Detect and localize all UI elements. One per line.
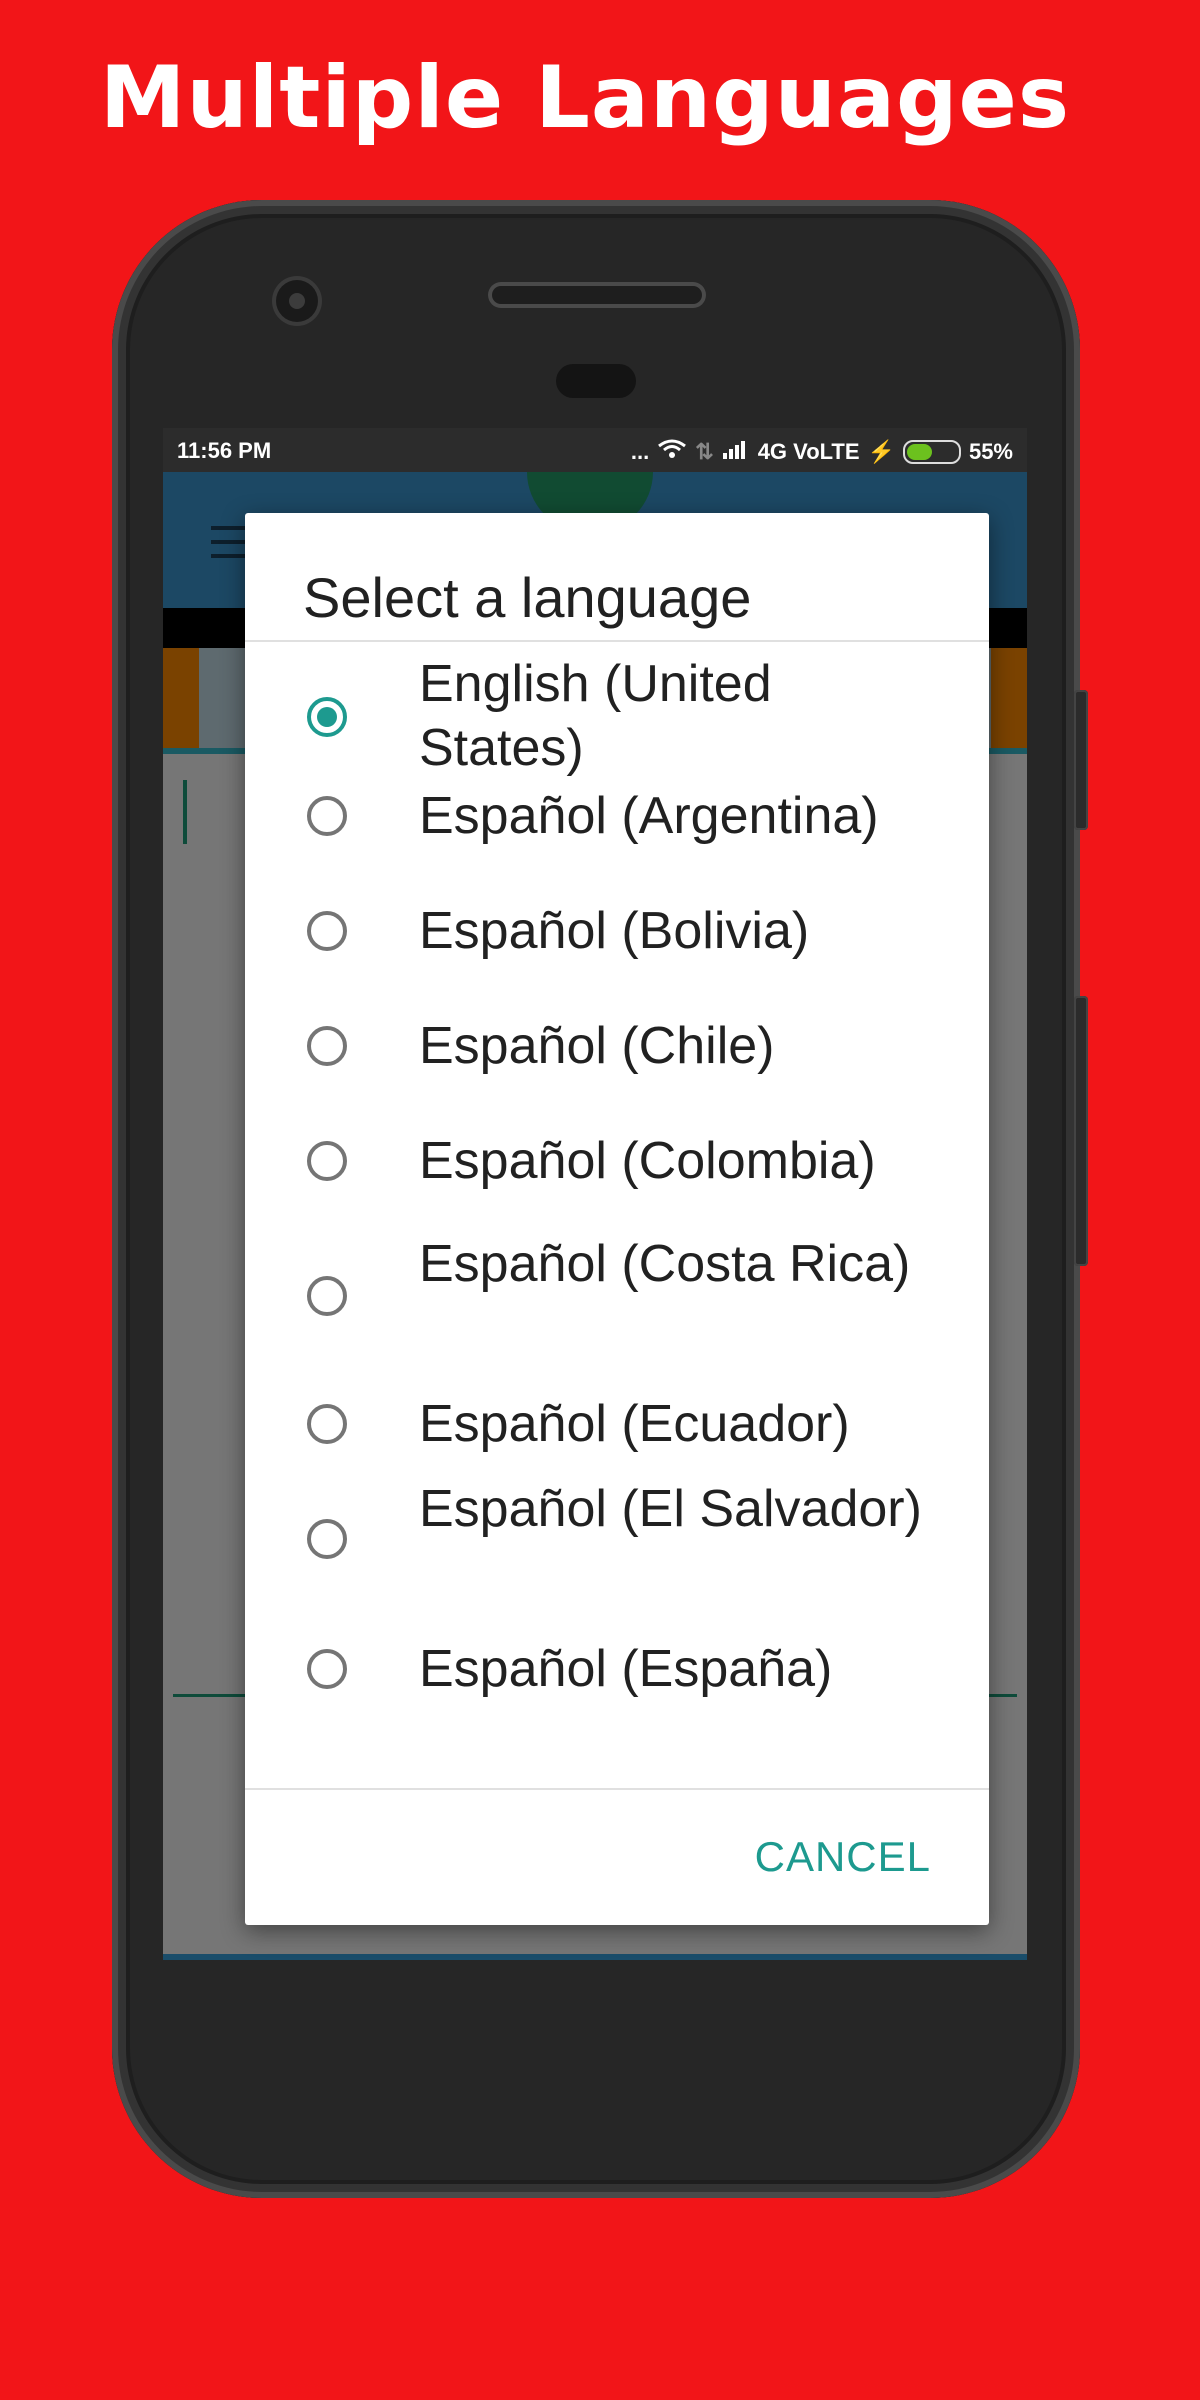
background-bottom-divider	[163, 1954, 1027, 1960]
language-option-label: Español (Costa Rica)	[419, 1235, 911, 1293]
language-option-label: Español (Chile)	[419, 1017, 775, 1075]
language-option-label: Español (Ecuador)	[419, 1395, 850, 1453]
language-dialog: Select a language English (United States…	[245, 513, 989, 1925]
cancel-button[interactable]: CANCEL	[755, 1833, 931, 1881]
language-option-english-us[interactable]: English (United States)	[245, 642, 989, 777]
language-option-es-cl[interactable]: Español (Chile)	[245, 1002, 989, 1117]
language-option-label: Español (Bolivia)	[419, 902, 810, 960]
language-list[interactable]: English (United States) Español (Argenti…	[245, 642, 989, 1788]
dialog-title: Select a language	[303, 566, 752, 629]
dialog-divider	[245, 1788, 989, 1790]
battery-icon	[902, 440, 961, 464]
language-option-label: Español (Colombia)	[419, 1132, 876, 1190]
radio-unchecked-icon[interactable]	[307, 1519, 347, 1559]
language-option-es-sv[interactable]: Español (El Salvador)	[245, 1477, 989, 1627]
data-transfer-icon: ⇅	[695, 439, 714, 464]
signal-icon	[722, 439, 750, 465]
language-option-label: Español (El Salvador)	[419, 1480, 922, 1538]
radio-checked-icon[interactable]	[307, 697, 347, 737]
radio-unchecked-icon[interactable]	[307, 1141, 347, 1181]
language-option-es-cr[interactable]: Español (Costa Rica)	[245, 1232, 989, 1362]
more-notifications-icon: ...	[630, 439, 650, 464]
text-cursor	[183, 780, 187, 844]
front-camera-icon	[276, 280, 318, 322]
language-option-label: Español (Argentina)	[419, 787, 879, 845]
radio-unchecked-icon[interactable]	[307, 1649, 347, 1689]
earpiece-speaker	[488, 282, 706, 308]
proximity-sensor	[556, 364, 636, 398]
menu-icon	[211, 526, 245, 558]
wifi-icon	[657, 438, 687, 466]
language-option-es-es[interactable]: Español (España)	[245, 1607, 989, 1737]
language-option-es-ar[interactable]: Español (Argentina)	[245, 772, 989, 887]
radio-unchecked-icon[interactable]	[307, 1026, 347, 1066]
radio-unchecked-icon[interactable]	[307, 796, 347, 836]
battery-percent: 55%	[968, 439, 1013, 464]
language-option-label: Español (España)	[419, 1640, 833, 1698]
radio-unchecked-icon[interactable]	[307, 1276, 347, 1316]
radio-unchecked-icon[interactable]	[307, 911, 347, 951]
status-indicators: ... ⇅ 4G VoLTE ⚡ 55%	[631, 438, 1013, 466]
status-time: 11:56 PM	[177, 438, 272, 463]
background-button-right	[991, 648, 1027, 748]
language-option-es-ec[interactable]: Español (Ecuador)	[245, 1362, 989, 1477]
volume-button	[1074, 690, 1088, 830]
language-option-es-co[interactable]: Español (Colombia)	[245, 1117, 989, 1232]
charging-icon: ⚡	[867, 439, 895, 464]
network-type: 4G VoLTE	[757, 439, 860, 464]
power-button	[1074, 996, 1088, 1266]
status-bar: 11:56 PM ... ⇅ 4G VoLTE ⚡ 55%	[163, 428, 1027, 472]
banner-title: Multiple Languages	[99, 48, 1071, 148]
language-option-es-bo[interactable]: Español (Bolivia)	[245, 887, 989, 1002]
language-option-label: English (United States)	[419, 655, 772, 777]
background-button-left	[163, 648, 199, 748]
radio-unchecked-icon[interactable]	[307, 1404, 347, 1444]
